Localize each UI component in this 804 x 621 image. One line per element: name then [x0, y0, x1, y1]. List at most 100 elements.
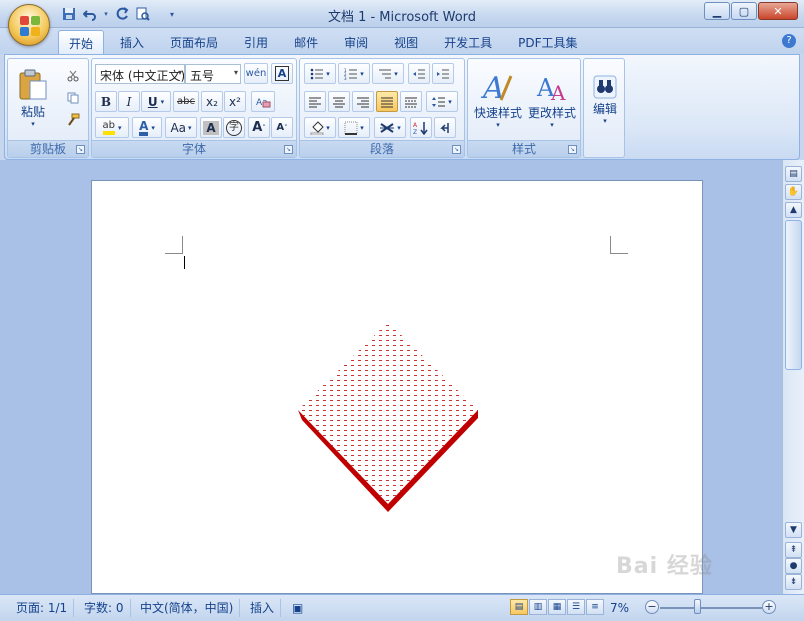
diamond-shape[interactable] [294, 318, 484, 514]
decrease-indent-button[interactable] [408, 63, 430, 84]
browse-object-icon[interactable]: ● [785, 558, 802, 574]
borders-button[interactable]: ▾ [338, 117, 370, 138]
ribbon: 粘贴 ▾ 剪贴板 ↘ 宋体 (中文正文) ▾ 五号 ▾ wén A B I U … [4, 54, 800, 160]
distributed-button[interactable] [400, 91, 422, 112]
change-case-button[interactable]: Aa ▾ [165, 117, 197, 138]
cut-icon[interactable] [64, 67, 82, 85]
phonetic-guide-button[interactable]: wén [244, 63, 268, 84]
styles-launcher-icon[interactable]: ↘ [568, 145, 577, 154]
highlight-icon: ab [102, 120, 115, 135]
font-name-combo[interactable]: 宋体 (中文正文) ▾ [95, 64, 185, 84]
scroll-down-icon[interactable]: ▼ [785, 522, 802, 538]
shading-button[interactable]: ▾ [304, 117, 336, 138]
sort-button[interactable]: AZ [410, 117, 432, 138]
quick-styles-button[interactable]: A 快速样式 ▾ [472, 61, 524, 137]
chevron-down-icon: ▾ [151, 123, 155, 132]
subscript-icon: x₂ [206, 94, 218, 109]
char-border-button[interactable]: A [271, 63, 293, 84]
numbering-button[interactable]: 123 ▾ [338, 63, 370, 84]
draft-view-icon[interactable]: ≡ [586, 599, 604, 615]
copy-icon[interactable] [64, 89, 82, 107]
align-center-button[interactable] [328, 91, 350, 112]
font-color-button[interactable]: A ▾ [132, 117, 162, 138]
vertical-scrollbar[interactable]: ▤ ✋ ▲ ▼ ⇞ ● ⇟ [782, 160, 804, 594]
char-shading-button[interactable]: A [200, 117, 222, 138]
minimize-icon[interactable]: ▁ [704, 2, 730, 20]
highlight-button[interactable]: ab ▾ [95, 117, 129, 138]
status-words[interactable]: 字数: 0 [78, 599, 131, 617]
paste-label: 粘贴 [20, 104, 45, 119]
status-language[interactable]: 中文(简体，中国) [134, 599, 241, 617]
next-page-icon[interactable]: ⇟ [785, 574, 802, 590]
font-launcher-icon[interactable]: ↘ [284, 145, 293, 154]
tab-references[interactable]: 引用 [234, 30, 278, 54]
scroll-up-icon[interactable]: ▲ [785, 202, 802, 218]
asian-layout-button[interactable]: ▾ [374, 117, 406, 138]
chevron-down-icon: ▾ [160, 97, 165, 106]
tab-insert[interactable]: 插入 [110, 30, 154, 54]
italic-button[interactable]: I [118, 91, 140, 112]
bullets-button[interactable]: ▾ [304, 63, 336, 84]
print-layout-view-icon[interactable]: ▤ [510, 599, 528, 615]
chevron-down-icon: ▾ [496, 120, 500, 129]
underline-button[interactable]: U ▾ [141, 91, 171, 112]
office-button[interactable] [8, 4, 50, 46]
paste-button[interactable]: 粘贴 ▾ [14, 63, 52, 133]
full-screen-reading-icon[interactable]: ▥ [529, 599, 547, 615]
font-size-combo[interactable]: 五号 ▾ [185, 64, 241, 84]
zoom-slider-thumb[interactable] [694, 599, 701, 614]
bold-button[interactable]: B [95, 91, 117, 112]
help-icon[interactable]: ? [782, 34, 796, 48]
editing-group: 编辑 ▾ [583, 58, 625, 158]
change-styles-button[interactable]: AA 更改样式 ▾ [526, 61, 578, 137]
web-layout-icon[interactable]: ▦ [548, 599, 566, 615]
close-icon[interactable]: ✕ [758, 2, 798, 20]
clipboard-launcher-icon[interactable]: ↘ [76, 145, 85, 154]
tab-pdf-tools[interactable]: PDF工具集 [508, 30, 587, 54]
format-painter-icon[interactable] [64, 111, 82, 129]
status-mode[interactable]: 插入 [244, 599, 282, 617]
superscript-button[interactable]: x² [224, 91, 246, 112]
char-border-icon: A [274, 66, 290, 81]
tab-review[interactable]: 审阅 [334, 30, 378, 54]
quick-styles-label: 快速样式 [473, 105, 522, 120]
arrow-down-icon: ˅ [284, 123, 288, 132]
scroll-thumb[interactable] [785, 220, 802, 370]
shrink-font-button[interactable]: A ˅ [271, 117, 293, 138]
zoom-level[interactable]: 7% [604, 599, 635, 617]
clear-formatting-button[interactable]: Aa [251, 91, 275, 112]
align-right-button[interactable] [352, 91, 374, 112]
tab-developer[interactable]: 开发工具 [434, 30, 502, 54]
zoom-slider-track[interactable] [660, 607, 762, 609]
editing-button[interactable]: 编辑 ▾ [587, 61, 623, 137]
maximize-icon[interactable]: ▢ [731, 2, 757, 20]
increase-indent-button[interactable] [432, 63, 454, 84]
line-spacing-button[interactable]: ▾ [426, 91, 458, 112]
ruler-toggle-icon[interactable]: ▤ [785, 166, 802, 182]
zoom-in-icon[interactable]: + [762, 600, 776, 614]
decrease-indent-icon [413, 69, 425, 78]
align-left-button[interactable] [304, 91, 326, 112]
align-right-icon [357, 97, 369, 107]
paragraph-launcher-icon[interactable]: ↘ [452, 145, 461, 154]
margin-corner-top-left [165, 236, 183, 254]
previous-page-icon[interactable]: ⇞ [785, 542, 802, 558]
ribbon-tabs-bar: 开始 插入 页面布局 引用 邮件 审阅 视图 开发工具 PDF工具集 ? [0, 28, 804, 54]
tab-page-layout[interactable]: 页面布局 [160, 30, 228, 54]
hand-icon[interactable]: ✋ [785, 184, 802, 200]
tab-view[interactable]: 视图 [384, 30, 428, 54]
justify-button[interactable] [376, 91, 398, 112]
enclose-chars-button[interactable]: 字 [223, 117, 245, 138]
zoom-out-icon[interactable]: − [645, 600, 659, 614]
status-page[interactable]: 页面: 1/1 [10, 599, 75, 617]
subscript-button[interactable]: x₂ [201, 91, 223, 112]
grow-font-button[interactable]: A ˄ [248, 117, 270, 138]
outline-view-icon[interactable]: ☰ [567, 599, 585, 615]
macro-record-icon[interactable]: ▣ [286, 599, 309, 617]
font-name-value: 宋体 (中文正文) [100, 69, 185, 83]
tab-mailings[interactable]: 邮件 [284, 30, 328, 54]
tab-home[interactable]: 开始 [58, 30, 105, 54]
multilevel-list-button[interactable]: ▾ [372, 63, 404, 84]
strikethrough-button[interactable]: abc [173, 91, 199, 112]
show-marks-button[interactable] [434, 117, 456, 138]
